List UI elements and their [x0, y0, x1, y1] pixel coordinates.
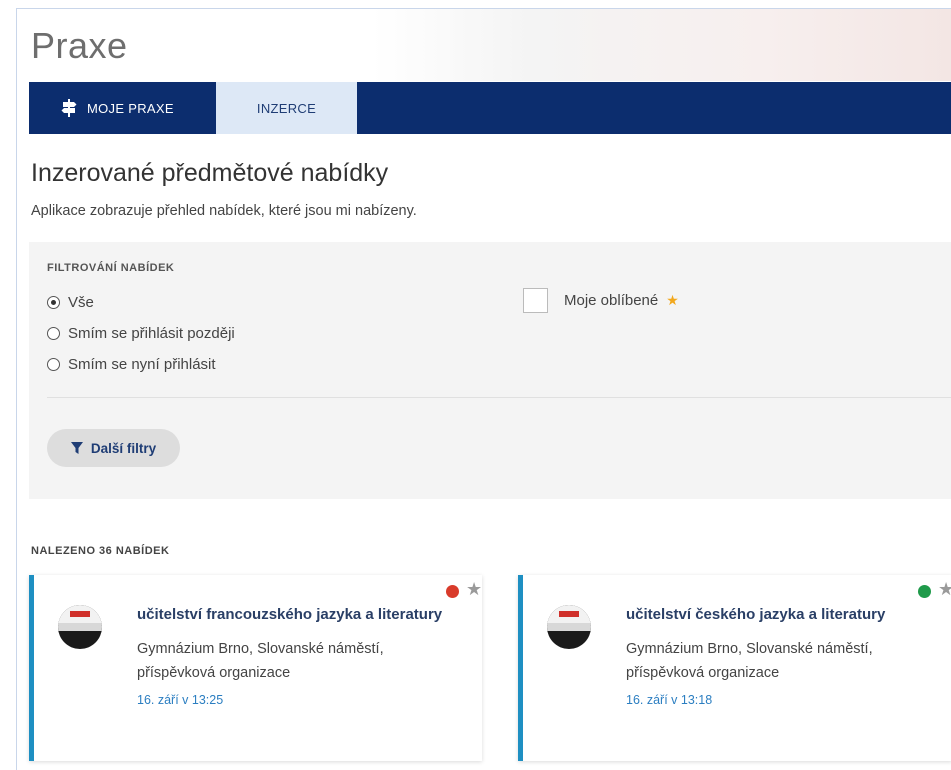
tab-inzerce-label: INZERCE	[256, 100, 317, 116]
radio-label: Smím se nyní přihlásit	[68, 356, 216, 373]
section-description: Aplikace zobrazuje přehled nabídek, kter…	[31, 203, 417, 219]
tab-inzerce[interactable]: INZERCE	[216, 82, 357, 134]
school-logo	[547, 605, 591, 649]
radio-option-vse[interactable]: Vše	[47, 294, 94, 311]
card-title[interactable]: učitelství francouzského jazyka a litera…	[137, 603, 462, 627]
tab-moje-praxe-label: MOJE PRAXE	[87, 100, 174, 116]
filter-panel: FILTROVÁNÍ NABÍDEK Vše Smím se přihlásit…	[29, 242, 951, 499]
star-icon: ★	[666, 292, 679, 308]
radio-label: Vše	[68, 294, 94, 311]
radio-label: Smím se přihlásit později	[68, 325, 235, 342]
section-title: Inzerované předmětové nabídky	[31, 159, 389, 187]
filter-heading: FILTROVÁNÍ NABÍDEK	[47, 262, 175, 274]
filter-divider	[47, 397, 951, 398]
favorites-label: Moje oblíbené	[564, 292, 659, 309]
results-count: NALEZENO 36 NABÍDEK	[31, 545, 170, 557]
more-filters-label: Další filtry	[90, 440, 157, 456]
filter-funnel-icon	[70, 442, 83, 454]
card-body: učitelství francouzského jazyka a litera…	[137, 603, 462, 707]
favorites-filter[interactable]: Moje oblíbené ★	[523, 288, 679, 313]
app-frame: Praxe MOJE PRAXE INZERCE Inzerované před…	[16, 8, 951, 770]
status-dot-icon	[446, 585, 459, 598]
title-bar: Praxe	[17, 9, 951, 81]
favorites-checkbox[interactable]	[523, 288, 548, 313]
radio-button[interactable]	[47, 296, 60, 309]
card-organization: Gymnázium Brno, Slovanské náměstí, přísp…	[137, 641, 384, 681]
status-dot-icon	[918, 585, 931, 598]
radio-button[interactable]	[47, 358, 60, 371]
signpost-icon	[61, 99, 77, 117]
favorite-star-icon[interactable]: ★	[466, 579, 482, 600]
school-logo	[58, 605, 102, 649]
page-title: Praxe	[31, 25, 128, 66]
radio-button[interactable]	[47, 327, 60, 340]
more-filters-button[interactable]: Další filtry	[47, 429, 180, 467]
favorite-star-icon[interactable]: ★	[938, 579, 951, 600]
offer-card[interactable]: ★ učitelství českého jazyka a literatury…	[518, 575, 951, 761]
card-date: 16. září v 13:25	[137, 693, 224, 707]
main-navbar: MOJE PRAXE INZERCE	[29, 82, 951, 134]
card-body: učitelství českého jazyka a literatury G…	[626, 603, 932, 707]
tab-moje-praxe[interactable]: MOJE PRAXE	[29, 82, 216, 134]
offer-card[interactable]: ★ učitelství francouzského jazyka a lite…	[29, 575, 482, 761]
card-date: 16. září v 13:18	[626, 693, 713, 707]
card-organization: Gymnázium Brno, Slovanské náměstí, přísp…	[626, 641, 873, 681]
radio-option-now[interactable]: Smím se nyní přihlásit	[47, 356, 216, 373]
radio-option-later[interactable]: Smím se přihlásit později	[47, 325, 235, 342]
card-title[interactable]: učitelství českého jazyka a literatury	[626, 603, 932, 627]
